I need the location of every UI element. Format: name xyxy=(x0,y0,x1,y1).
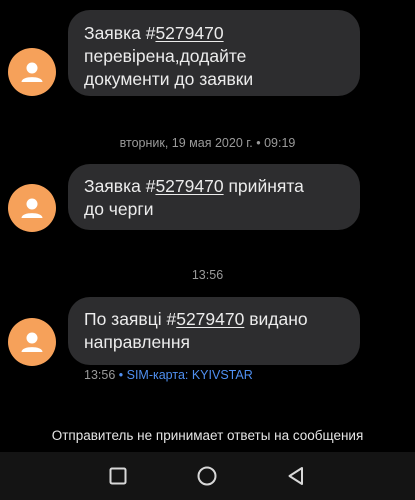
home-button[interactable] xyxy=(193,462,221,490)
person-icon xyxy=(21,62,43,82)
request-number-link[interactable]: 5279470 xyxy=(176,309,244,329)
message-line: Заявка #5279470 xyxy=(84,23,224,43)
message-time: 13:56 xyxy=(84,368,116,382)
person-icon xyxy=(21,198,43,218)
system-nav-bar xyxy=(0,452,415,500)
no-reply-notice: Отправитель не принимает ответы на сообщ… xyxy=(51,428,364,443)
message-meta: 13:56 • SIM-карта: KYIVSTAR xyxy=(84,368,253,382)
date-divider: вторник, 19 мая 2020 г. • 09:19 xyxy=(119,136,296,150)
message-line: документи до заявки xyxy=(84,69,254,89)
message-line: перевірена,додайте xyxy=(84,46,247,66)
recent-apps-button[interactable] xyxy=(104,462,132,490)
sim-label: • SIM-карта: KYIVSTAR xyxy=(115,368,253,382)
request-number-link[interactable]: 5279470 xyxy=(155,23,223,43)
message-line: до черги xyxy=(84,199,154,219)
sender-avatar[interactable] xyxy=(8,318,56,366)
square-icon xyxy=(109,467,127,485)
back-button[interactable] xyxy=(282,462,310,490)
sender-avatar[interactable] xyxy=(8,48,56,96)
message-bubble[interactable]: По заявці #5279470 видано направлення xyxy=(68,297,360,365)
message-line: По заявці #5279470 видано xyxy=(84,309,308,329)
time-divider: 13:56 xyxy=(191,268,224,282)
triangle-back-icon xyxy=(288,467,303,485)
message-line: Заявка #5279470 прийнята xyxy=(84,176,304,196)
sender-avatar[interactable] xyxy=(8,184,56,232)
message-bubble[interactable]: Заявка #5279470 прийнята до черги xyxy=(68,164,360,230)
request-number-link[interactable]: 5279470 xyxy=(155,176,223,196)
message-bubble[interactable]: Заявка #5279470 перевірена,додайте докум… xyxy=(68,10,360,96)
message-line: направлення xyxy=(84,332,190,352)
circle-icon xyxy=(197,466,217,486)
person-icon xyxy=(21,332,43,352)
